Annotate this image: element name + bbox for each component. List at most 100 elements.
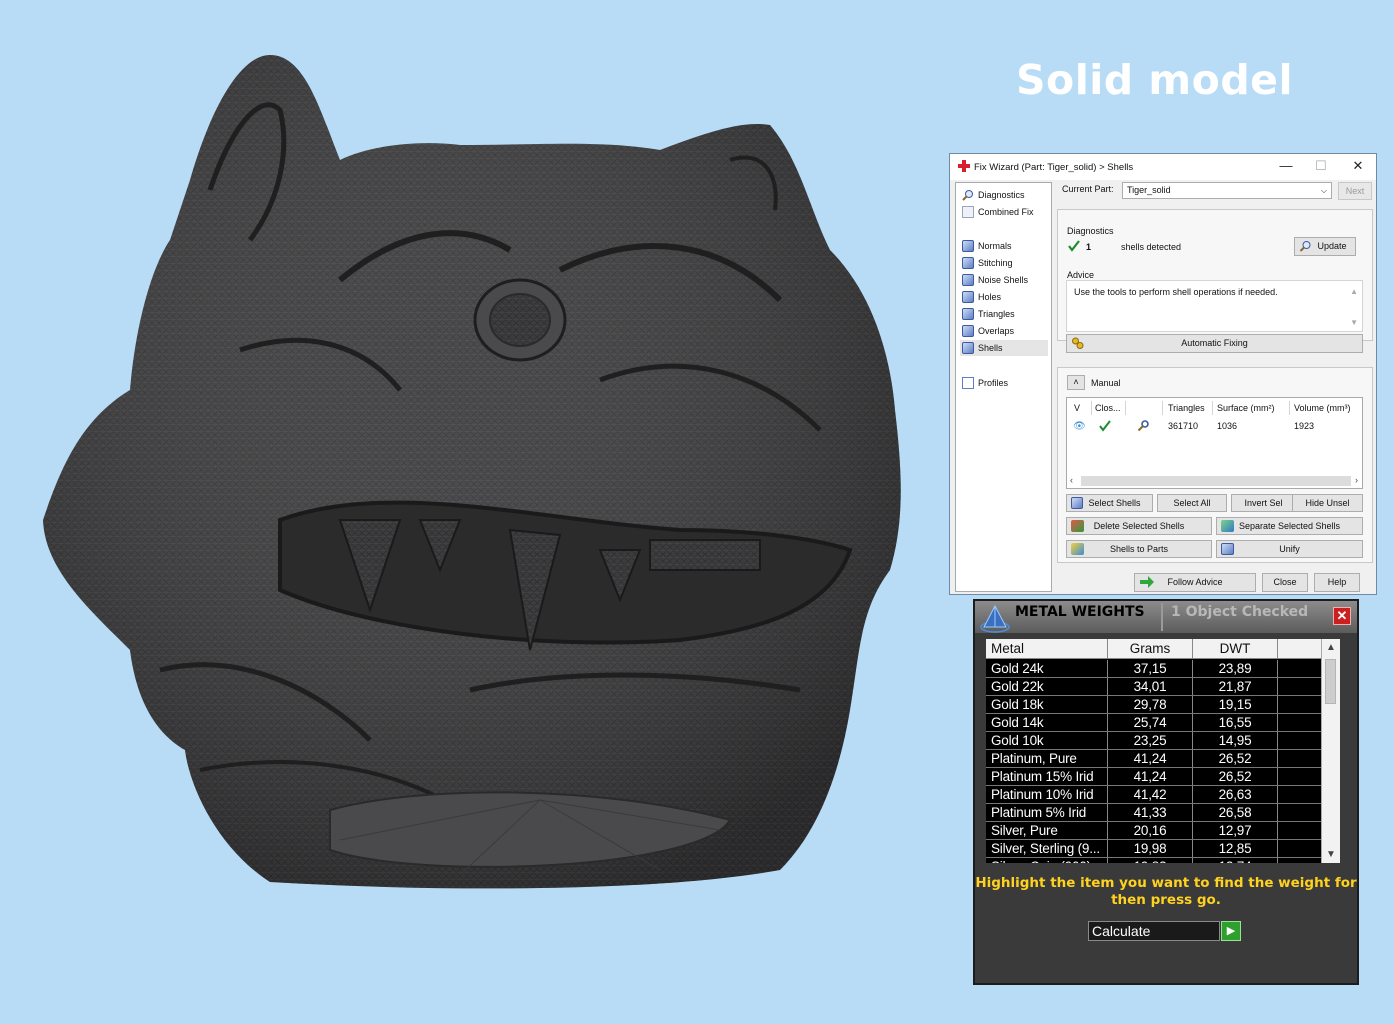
cursor-select-icon <box>1071 497 1083 509</box>
table-row[interactable]: Silver, Sterling (9... 19,98 12,85 <box>986 840 1331 858</box>
wrench-icon[interactable] <box>1137 420 1149 432</box>
delete-shells-icon <box>1071 520 1084 532</box>
chevron-down-icon: ⌵ <box>1320 186 1327 195</box>
profiles-icon <box>962 377 974 389</box>
cell-metal: Platinum 15% Irid <box>986 768 1108 786</box>
cell-grams: 19,98 <box>1108 840 1193 858</box>
table-row[interactable]: Gold 10k 23,25 14,95 <box>986 732 1331 750</box>
nav-item-combined-fix[interactable]: Combined Fix <box>960 204 1048 220</box>
objects-checked-status: 1 Object Checked <box>1171 604 1309 620</box>
automatic-fixing-button[interactable]: Automatic Fixing <box>1066 334 1363 353</box>
nav-item-stitching[interactable]: Stitching <box>960 255 1048 271</box>
invert-selection-button[interactable]: Invert Sel <box>1231 494 1296 512</box>
metal-weights-header[interactable]: METAL WEIGHTS 1 Object Checked ✕ <box>975 601 1357 633</box>
col-header-dwt[interactable]: DWT <box>1193 639 1278 659</box>
col-header-v[interactable]: V <box>1074 403 1080 413</box>
nav-item-overlaps[interactable]: Overlaps <box>960 323 1048 339</box>
delete-selected-shells-button[interactable]: Delete Selected Shells <box>1066 517 1212 535</box>
fix-wizard-window: Fix Wizard (Part: Tiger_solid) > Shells … <box>949 153 1377 595</box>
col-header-closed[interactable]: Clos... <box>1095 403 1121 413</box>
cell-metal: Gold 14k <box>986 714 1108 732</box>
collapse-manual-button[interactable]: ˄ <box>1067 375 1085 390</box>
nav-item-profiles[interactable]: Profiles <box>960 375 1048 391</box>
scroll-down-icon[interactable]: ▼ <box>1326 849 1336 860</box>
current-part-select[interactable]: Tiger_solid ⌵ <box>1122 182 1332 199</box>
cell-grams: 23,25 <box>1108 732 1193 750</box>
calculate-field[interactable]: Calculate <box>1088 921 1220 941</box>
shells-to-parts-button[interactable]: Shells to Parts <box>1066 540 1212 558</box>
col-header-grams[interactable]: Grams <box>1108 639 1193 659</box>
scroll-right-icon[interactable]: › <box>1355 475 1358 485</box>
metal-weights-title: METAL WEIGHTS <box>1015 604 1145 620</box>
minimize-button[interactable]: — <box>1276 158 1296 173</box>
nav-item-holes[interactable]: Holes <box>960 289 1048 305</box>
select-all-button[interactable]: Select All <box>1157 494 1227 512</box>
separate-selected-shells-button[interactable]: Separate Selected Shells <box>1216 517 1363 535</box>
fix-wizard-app-icon <box>958 160 970 172</box>
current-part-label: Current Part: <box>1062 184 1114 194</box>
table-row[interactable]: Gold 14k 25,74 16,55 <box>986 714 1331 732</box>
cell-grams: 25,74 <box>1108 714 1193 732</box>
maximize-button[interactable]: ☐ <box>1311 158 1331 174</box>
col-header-triangles[interactable]: Triangles <box>1168 403 1205 413</box>
select-shells-button[interactable]: Select Shells <box>1066 494 1153 512</box>
cell-dwt: 26,58 <box>1193 804 1278 822</box>
unify-label: Unify <box>1279 544 1300 554</box>
scroll-up-icon[interactable]: ▲ <box>1350 287 1358 296</box>
manual-heading: Manual <box>1091 378 1121 388</box>
follow-advice-label: Follow Advice <box>1167 577 1223 587</box>
nav-item-noise-shells[interactable]: Noise Shells <box>960 272 1048 288</box>
help-button[interactable]: Help <box>1314 573 1360 592</box>
cell-dwt: 12,74 <box>1193 858 1278 863</box>
table-row[interactable]: Platinum, Pure 41,24 26,52 <box>986 750 1331 768</box>
go-button[interactable]: ▶ <box>1221 921 1241 941</box>
scroll-left-icon[interactable]: ‹ <box>1070 475 1073 485</box>
table-row[interactable]: Gold 24k 37,15 23,89 <box>986 660 1331 678</box>
table-row[interactable]: Gold 22k 34,01 21,87 <box>986 678 1331 696</box>
cell-grams: 41,24 <box>1108 750 1193 768</box>
nav-item-shells[interactable]: Shells <box>960 340 1048 356</box>
unify-button[interactable]: Unify <box>1216 540 1363 558</box>
scroll-down-icon[interactable]: ▼ <box>1350 318 1358 327</box>
cell-grams: 37,15 <box>1108 660 1193 678</box>
table-row[interactable]: Silver, Pure 20,16 12,97 <box>986 822 1331 840</box>
col-header-volume[interactable]: Volume (mm³) <box>1294 403 1351 413</box>
normals-icon <box>962 240 974 252</box>
nav-item-normals[interactable]: Normals <box>960 238 1048 254</box>
cell-metal: Silver, Pure <box>986 822 1108 840</box>
stitching-icon <box>962 257 974 269</box>
scroll-thumb[interactable] <box>1325 659 1336 704</box>
tiger-mesh-model[interactable] <box>40 50 910 892</box>
arrow-right-icon <box>1140 576 1154 588</box>
cell-metal: Gold 10k <box>986 732 1108 750</box>
hide-unselected-button[interactable]: Hide Unsel <box>1292 494 1363 512</box>
advice-text: Use the tools to perform shell operation… <box>1074 287 1278 297</box>
select-shells-label: Select Shells <box>1088 498 1141 508</box>
table-row[interactable]: Platinum 10% Irid 41,42 26,63 <box>986 786 1331 804</box>
nav-item-label: Stitching <box>978 258 1013 268</box>
table-row[interactable]: Gold 18k 29,78 19,15 <box>986 696 1331 714</box>
next-button[interactable]: Next <box>1338 182 1372 200</box>
follow-advice-button[interactable]: Follow Advice <box>1134 573 1256 592</box>
close-metal-weights-button[interactable]: ✕ <box>1333 607 1351 625</box>
triangles-icon <box>962 308 974 320</box>
col-header-metal[interactable]: Metal <box>986 639 1108 659</box>
noise-shells-icon <box>962 274 974 286</box>
col-header-surface[interactable]: Surface (mm²) <box>1217 403 1275 413</box>
fix-wizard-titlebar[interactable]: Fix Wizard (Part: Tiger_solid) > Shells … <box>950 154 1376 180</box>
instruction-text: Highlight the item you want to find the … <box>975 875 1357 908</box>
metal-weights-scrollbar[interactable]: ▲ ▼ <box>1321 639 1340 863</box>
nav-item-diagnostics[interactable]: Diagnostics <box>960 187 1048 203</box>
cell-dwt: 26,52 <box>1193 750 1278 768</box>
cell-grams: 41,42 <box>1108 786 1193 804</box>
scroll-up-icon[interactable]: ▲ <box>1326 642 1336 653</box>
table-row[interactable]: Platinum 15% Irid 41,24 26,52 <box>986 768 1331 786</box>
table-row[interactable]: Silver, Coin (900)19,8312,74 <box>986 858 1331 863</box>
nav-item-triangles[interactable]: Triangles <box>960 306 1048 322</box>
close-window-button[interactable]: ✕ <box>1348 158 1368 174</box>
table-row[interactable]: Platinum 5% Irid 41,33 26,58 <box>986 804 1331 822</box>
horizontal-scrollbar[interactable] <box>1081 476 1351 486</box>
update-button[interactable]: Update <box>1294 237 1356 256</box>
close-button[interactable]: Close <box>1262 573 1308 592</box>
eye-icon[interactable]: 👁 <box>1073 421 1086 432</box>
